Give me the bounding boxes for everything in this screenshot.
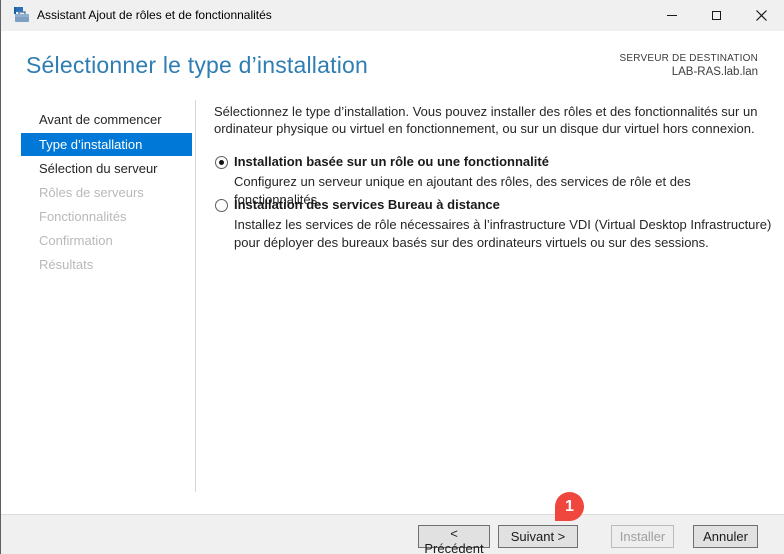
maximize-button[interactable] [694, 0, 739, 31]
sidebar-item-features: Fonctionnalités [39, 209, 127, 224]
minimize-button[interactable] [649, 0, 694, 31]
sidebar-item-results: Résultats [39, 257, 94, 272]
destination-server-block: SERVEUR DE DESTINATION LAB-RAS.lab.lan [620, 52, 759, 80]
sidebar-item-server-roles: Rôles de serveurs [39, 185, 144, 200]
close-icon [756, 10, 767, 21]
caption-buttons [649, 0, 784, 31]
previous-button[interactable]: < Précédent [418, 525, 490, 554]
wizard-app-icon [14, 7, 30, 23]
option-role-based-label[interactable]: Installation basée sur un rôle ou une fo… [234, 154, 549, 169]
maximize-icon [712, 11, 721, 20]
sidebar-item-confirmation: Confirmation [39, 233, 113, 248]
sidebar-content-divider [195, 100, 196, 492]
sidebar-item-before-you-begin[interactable]: Avant de commencer [21, 108, 192, 132]
installation-type-intro-text: Sélectionnez le type d’installation. Vou… [214, 104, 758, 136]
radio-remote-desktop-installation[interactable] [215, 199, 228, 212]
sidebar-item-server-selection[interactable]: Sélection du serveur [21, 157, 192, 181]
install-button: Installer [611, 525, 674, 548]
cancel-button[interactable]: Annuler [693, 525, 758, 548]
next-button[interactable]: Suivant > [498, 525, 578, 548]
destination-server-name: LAB-RAS.lab.lan [671, 66, 758, 78]
window-titlebar: Assistant Ajout de rôles et de fonctionn… [1, 0, 784, 31]
radio-selected-dot [219, 160, 224, 165]
minimize-icon [666, 15, 677, 16]
option-remote-desktop-label[interactable]: Installation des services Bureau à dista… [234, 197, 500, 212]
step-annotation-badge: 1 [555, 492, 584, 521]
wizard-window: Assistant Ajout de rôles et de fonctionn… [0, 0, 784, 554]
sidebar-item-installation-type[interactable]: Type d’installation [21, 133, 192, 156]
option-remote-desktop-description: Installez les services de rôle nécessair… [234, 217, 772, 250]
wizard-steps-sidebar: Avant de commencer Type d’installation S… [21, 108, 192, 277]
window-title: Assistant Ajout de rôles et de fonctionn… [37, 8, 272, 22]
destination-server-label: SERVEUR DE DESTINATION [619, 53, 758, 64]
page-title: Sélectionner le type d’installation [26, 52, 368, 78]
radio-role-based-installation[interactable] [215, 156, 228, 169]
close-button[interactable] [739, 0, 784, 31]
